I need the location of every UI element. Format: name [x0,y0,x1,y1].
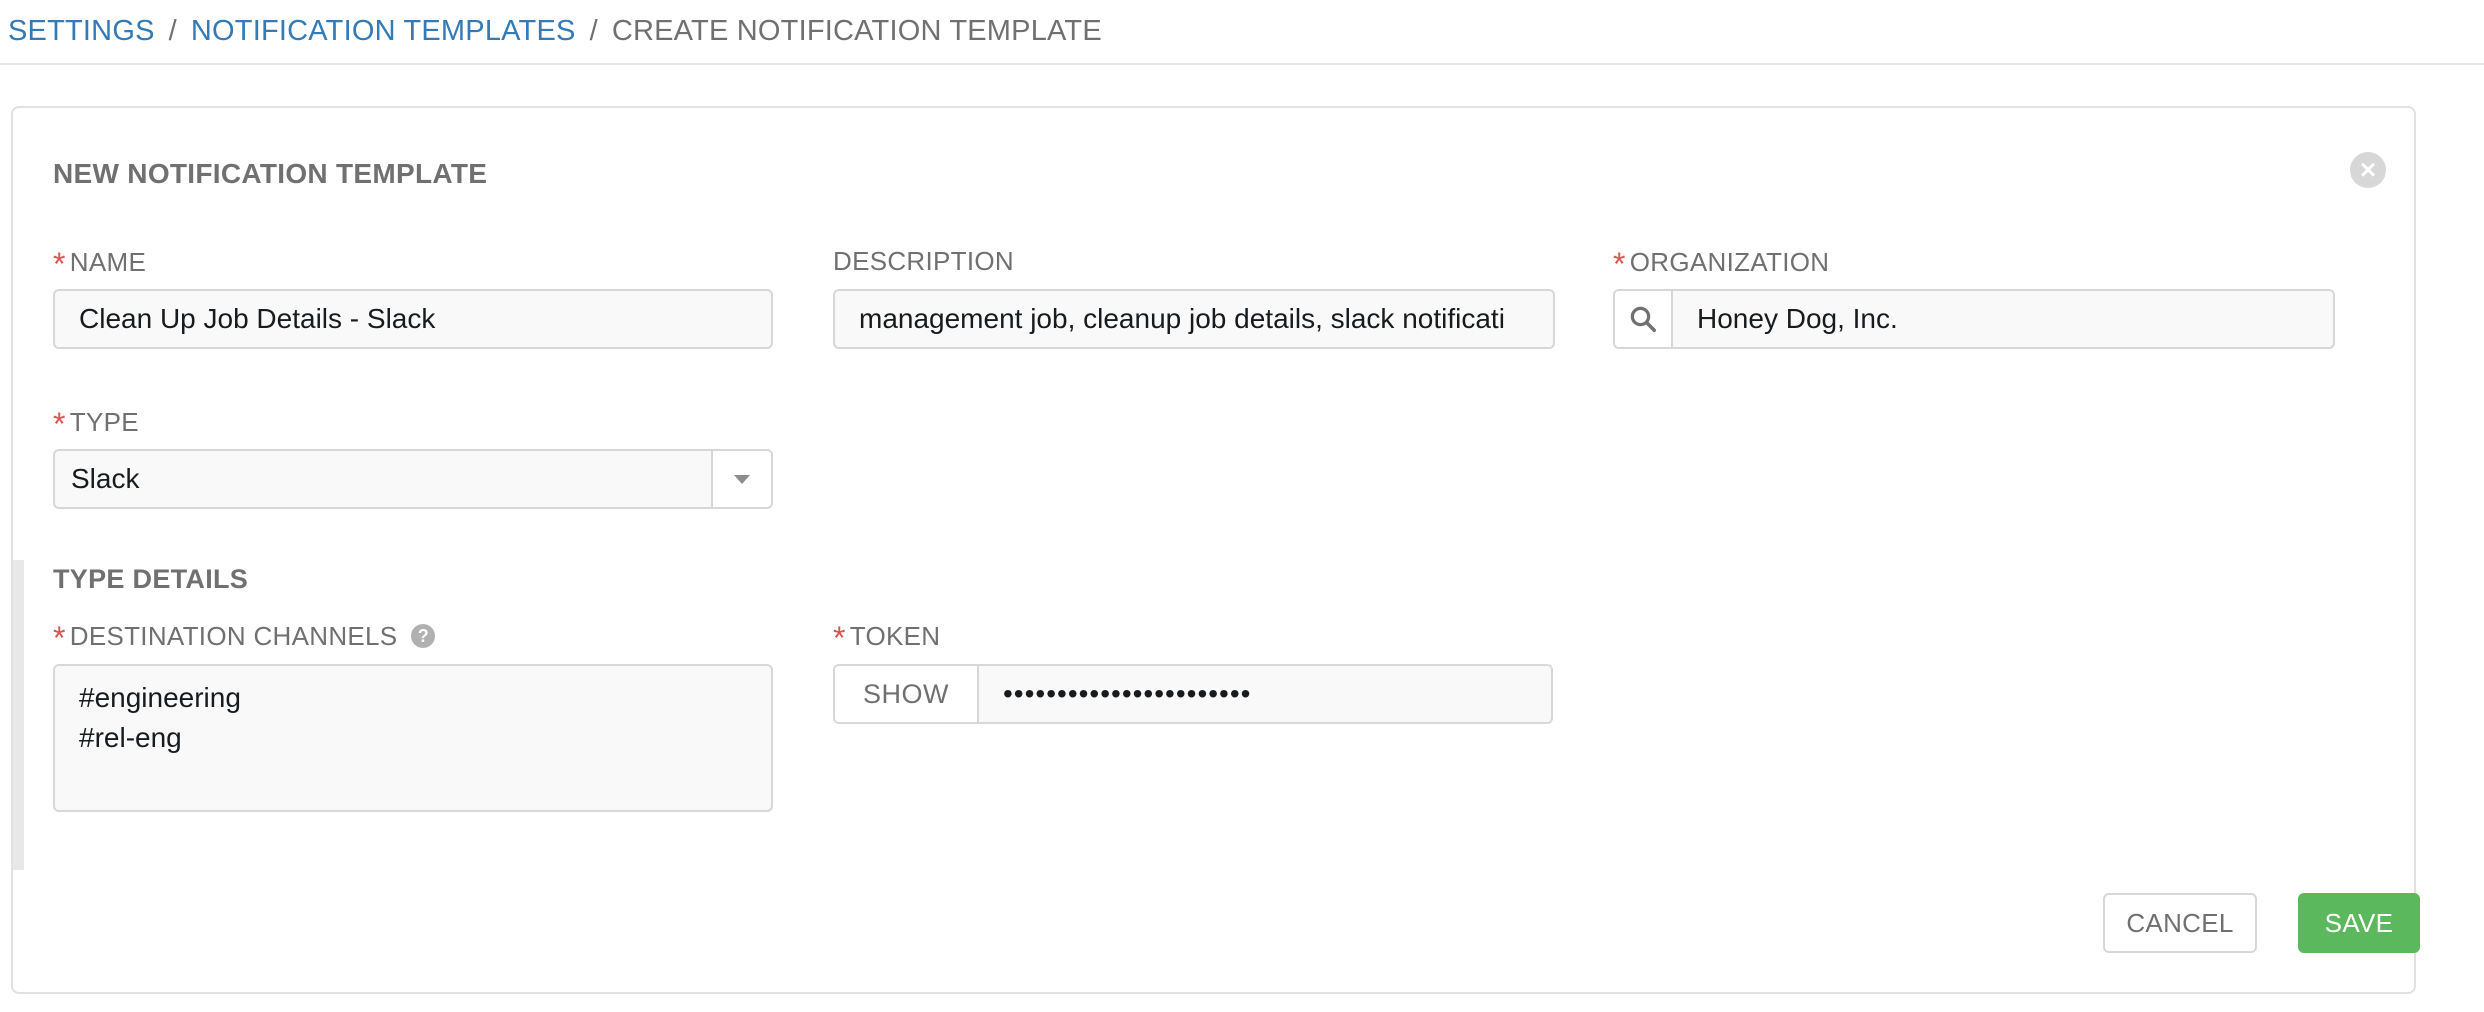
name-label-text: NAME [69,246,147,277]
token-label: * TOKEN [833,620,941,656]
description-field [833,289,1555,349]
name-input[interactable] [55,291,771,347]
close-icon[interactable]: × [2350,152,2386,188]
destination-channels-label: * DESTINATION CHANNELS ? [53,620,436,656]
breadcrumb-notification-templates-link[interactable]: NOTIFICATION TEMPLATES [191,15,576,48]
help-icon[interactable]: ? [411,624,436,648]
required-marker: * [833,620,846,656]
token-label-text: TOKEN [849,620,941,651]
type-select-value: Slack [71,463,140,494]
organization-lookup-button[interactable] [1615,291,1673,347]
token-field: SHOW [833,664,1553,724]
type-select-arrow[interactable] [711,451,771,507]
panel-title: NEW NOTIFICATION TEMPLATE [53,158,488,189]
breadcrumb-separator: / [589,15,598,47]
breadcrumb-settings-link[interactable]: SETTINGS [8,15,155,48]
show-token-button[interactable]: SHOW [835,666,979,722]
destination-channels-label-text: DESTINATION CHANNELS [69,620,398,651]
description-input[interactable] [835,291,1553,347]
breadcrumb: SETTINGS / NOTIFICATION TEMPLATES / CREA… [0,0,2484,65]
required-marker: * [1613,246,1626,282]
required-marker: * [53,406,66,442]
destination-channels-textarea[interactable]: #engineering #rel-eng [55,666,771,810]
required-marker: * [53,620,66,656]
breadcrumb-separator: / [168,15,177,47]
name-field [53,289,773,349]
cancel-button[interactable]: CANCEL [2103,893,2257,953]
breadcrumb-current: CREATE NOTIFICATION TEMPLATE [611,15,1102,47]
token-input[interactable] [979,666,1551,722]
required-marker: * [53,246,66,282]
destination-channels-field: #engineering #rel-eng [53,664,773,812]
type-label-text: TYPE [69,406,139,437]
name-label: * NAME [53,246,147,282]
chevron-down-icon [734,474,750,484]
description-label-text: DESCRIPTION [833,246,1014,276]
type-select[interactable]: Slack [53,449,773,509]
description-label: DESCRIPTION [833,246,1014,277]
search-icon [1630,306,1656,332]
notification-template-form-panel: NEW NOTIFICATION TEMPLATE × * NAME DESCR… [11,106,2420,994]
organization-input[interactable] [1673,291,2333,347]
organization-label-text: ORGANIZATION [1629,246,1830,277]
type-details-section-bar [13,560,24,870]
type-label: * TYPE [53,406,139,442]
organization-label: * ORGANIZATION [1613,246,1830,282]
type-details-title: TYPE DETAILS [53,564,249,594]
organization-lookup [1613,289,2335,349]
save-button[interactable]: SAVE [2298,893,2420,953]
